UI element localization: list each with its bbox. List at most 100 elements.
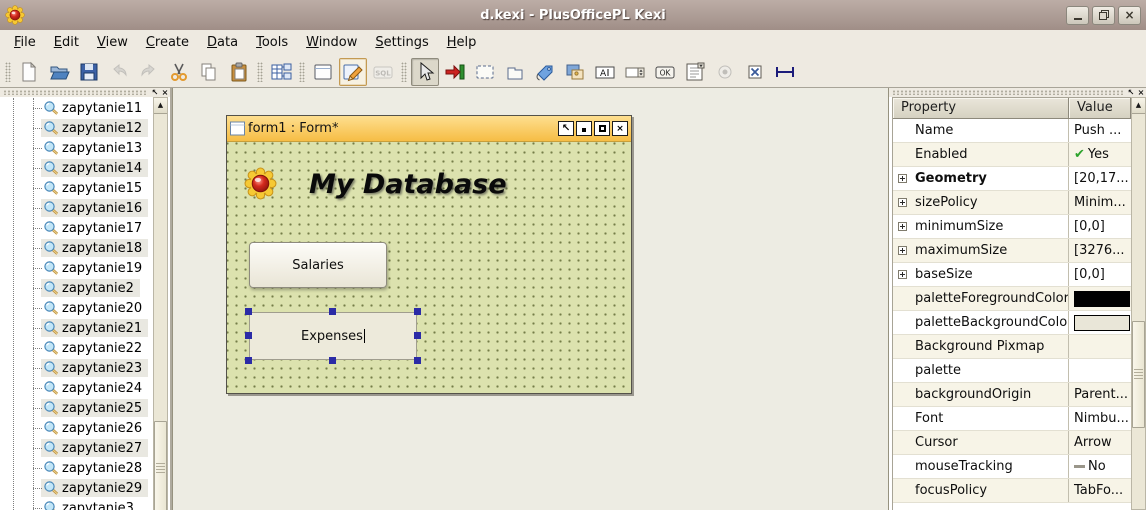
- form-window-titlebar[interactable]: form1 : Form* ↖ ×: [227, 116, 631, 142]
- property-value[interactable]: [0,0]: [1069, 263, 1131, 286]
- property-row-palette[interactable]: palette: [893, 359, 1131, 383]
- scroll-up-button[interactable]: ▲: [1132, 98, 1145, 114]
- property-value[interactable]: TabFo...: [1069, 479, 1131, 502]
- tree-item-content[interactable]: zapytanie14: [41, 159, 148, 177]
- tree-item-content[interactable]: zapytanie19: [41, 259, 148, 277]
- menu-edit[interactable]: Edit: [45, 30, 88, 56]
- property-row-focusPolicy[interactable]: focusPolicyTabFo...: [893, 479, 1131, 503]
- list-item-zapytanie18[interactable]: zapytanie18: [0, 238, 154, 258]
- menu-file[interactable]: File: [5, 30, 45, 56]
- selection-handle[interactable]: [414, 332, 421, 339]
- property-row-paletteBackgroundColor[interactable]: paletteBackgroundColor: [893, 311, 1131, 335]
- list-item-zapytanie12[interactable]: zapytanie12: [0, 118, 154, 138]
- property-value[interactable]: [1069, 359, 1131, 382]
- list-item-zapytanie23[interactable]: zapytanie23: [0, 358, 154, 378]
- tree-item-content[interactable]: zapytanie24: [41, 379, 148, 397]
- menu-help[interactable]: Help: [438, 30, 486, 56]
- dock-close-button[interactable]: ×: [160, 88, 170, 97]
- value-column-header[interactable]: Value: [1069, 98, 1131, 119]
- property-column-header[interactable]: Property: [893, 98, 1069, 119]
- toolbar-button-text-editor[interactable]: [681, 58, 709, 86]
- tree-item-content[interactable]: zapytanie3: [41, 499, 140, 510]
- property-row-backgroundOrigin[interactable]: backgroundOriginParent...: [893, 383, 1131, 407]
- toolbar-button-label-widget[interactable]: [531, 58, 559, 86]
- toolbar-handle[interactable]: [401, 62, 407, 82]
- expand-icon[interactable]: [898, 270, 907, 279]
- tree-item-content[interactable]: zapytanie13: [41, 139, 148, 157]
- list-item-zapytanie2[interactable]: zapytanie2: [0, 278, 154, 298]
- toolbar-button-tab-container[interactable]: [501, 58, 529, 86]
- toolbar-button-new-document[interactable]: [15, 58, 43, 86]
- tree-item-content[interactable]: zapytanie29: [41, 479, 148, 497]
- form-maximize-button[interactable]: [594, 121, 610, 136]
- property-dock-handle[interactable]: ↖ ×: [889, 88, 1146, 97]
- list-item-zapytanie3[interactable]: zapytanie3: [0, 498, 154, 510]
- scrollbar-thumb[interactable]: [154, 421, 167, 510]
- tree-item-content[interactable]: zapytanie20: [41, 299, 148, 317]
- toolbar-button-line-edit[interactable]: A: [591, 58, 619, 86]
- property-row-minimumSize[interactable]: minimumSize[0,0]: [893, 215, 1131, 239]
- list-item-zapytanie20[interactable]: zapytanie20: [0, 298, 154, 318]
- list-item-zapytanie22[interactable]: zapytanie22: [0, 338, 154, 358]
- toolbar-handle[interactable]: [257, 62, 263, 82]
- toolbar-button-radio-button[interactable]: [711, 58, 739, 86]
- toolbar-button-copy[interactable]: [195, 58, 223, 86]
- list-item-zapytanie19[interactable]: zapytanie19: [0, 258, 154, 278]
- property-row-paletteForegroundColor[interactable]: paletteForegroundColor: [893, 287, 1131, 311]
- toolbar-handle[interactable]: [299, 62, 305, 82]
- list-item-zapytanie11[interactable]: zapytanie11: [0, 98, 154, 118]
- toolbar-button-sql-view[interactable]: SQL: [369, 58, 397, 86]
- toolbar-button-image-box[interactable]: [561, 58, 589, 86]
- property-row-baseSize[interactable]: baseSize[0,0]: [893, 263, 1131, 287]
- toolbar-button-frame-container[interactable]: [471, 58, 499, 86]
- toolbar-button-assign-action[interactable]: [441, 58, 469, 86]
- property-value[interactable]: [1069, 335, 1131, 358]
- toolbar-button-pointer[interactable]: [411, 58, 439, 86]
- property-row-sizePolicy[interactable]: sizePolicyMinim...: [893, 191, 1131, 215]
- toolbar-button-cut[interactable]: [165, 58, 193, 86]
- titlebar[interactable]: d.kexi - PlusOfficePL Kexi ×: [0, 0, 1146, 30]
- property-row-Background Pixmap[interactable]: Background Pixmap: [893, 335, 1131, 359]
- toolbar-button-redo[interactable]: [135, 58, 163, 86]
- list-item-zapytanie14[interactable]: zapytanie14: [0, 158, 154, 178]
- menu-view[interactable]: View: [88, 30, 137, 56]
- restore-button[interactable]: [1092, 6, 1115, 25]
- tree-item-content[interactable]: zapytanie17: [41, 219, 148, 237]
- toolbar-button-push-button[interactable]: OK: [651, 58, 679, 86]
- scroll-up-button[interactable]: ▲: [154, 98, 167, 114]
- list-item-zapytanie13[interactable]: zapytanie13: [0, 138, 154, 158]
- list-item-zapytanie26[interactable]: zapytanie26: [0, 418, 154, 438]
- selection-handle[interactable]: [245, 308, 252, 315]
- property-row-Geometry[interactable]: Geometry[20,17...: [893, 167, 1131, 191]
- property-value[interactable]: [3276...: [1069, 239, 1131, 262]
- list-item-zapytanie25[interactable]: zapytanie25: [0, 398, 154, 418]
- expenses-button-widget[interactable]: Expenses: [249, 312, 417, 360]
- expand-icon[interactable]: [898, 246, 907, 255]
- tree-item-content[interactable]: zapytanie23: [41, 359, 148, 377]
- menu-create[interactable]: Create: [137, 30, 198, 56]
- tree-item-content[interactable]: zapytanie12: [41, 119, 148, 137]
- toolbar-button-undo[interactable]: [105, 58, 133, 86]
- toolbar-button-data-view[interactable]: [309, 58, 337, 86]
- property-row-Cursor[interactable]: CursorArrow: [893, 431, 1131, 455]
- property-row-mouseTracking[interactable]: mouseTrackingNo: [893, 455, 1131, 479]
- toolbar-handle[interactable]: [5, 62, 11, 82]
- tree-item-content[interactable]: zapytanie15: [41, 179, 148, 197]
- navigator-dock-handle[interactable]: ↖ ×: [0, 88, 170, 97]
- toolbar-button-check-box[interactable]: [741, 58, 769, 86]
- list-item-zapytanie24[interactable]: zapytanie24: [0, 378, 154, 398]
- menu-settings[interactable]: Settings: [366, 30, 437, 56]
- tree-item-content[interactable]: zapytanie26: [41, 419, 148, 437]
- property-row-Font[interactable]: FontNimbu...: [893, 407, 1131, 431]
- tree-item-content[interactable]: zapytanie28: [41, 459, 148, 477]
- dock-close-button[interactable]: ×: [1136, 88, 1146, 97]
- dock-undock-button[interactable]: ↖: [1126, 88, 1136, 97]
- selection-handle[interactable]: [329, 357, 336, 364]
- minimize-button[interactable]: [1066, 6, 1089, 25]
- toolbar-button-save-file[interactable]: [75, 58, 103, 86]
- property-value[interactable]: [1069, 287, 1131, 310]
- expand-icon[interactable]: [898, 222, 907, 231]
- property-value[interactable]: No: [1069, 455, 1131, 478]
- list-item-zapytanie21[interactable]: zapytanie21: [0, 318, 154, 338]
- property-row-maximumSize[interactable]: maximumSize[3276...: [893, 239, 1131, 263]
